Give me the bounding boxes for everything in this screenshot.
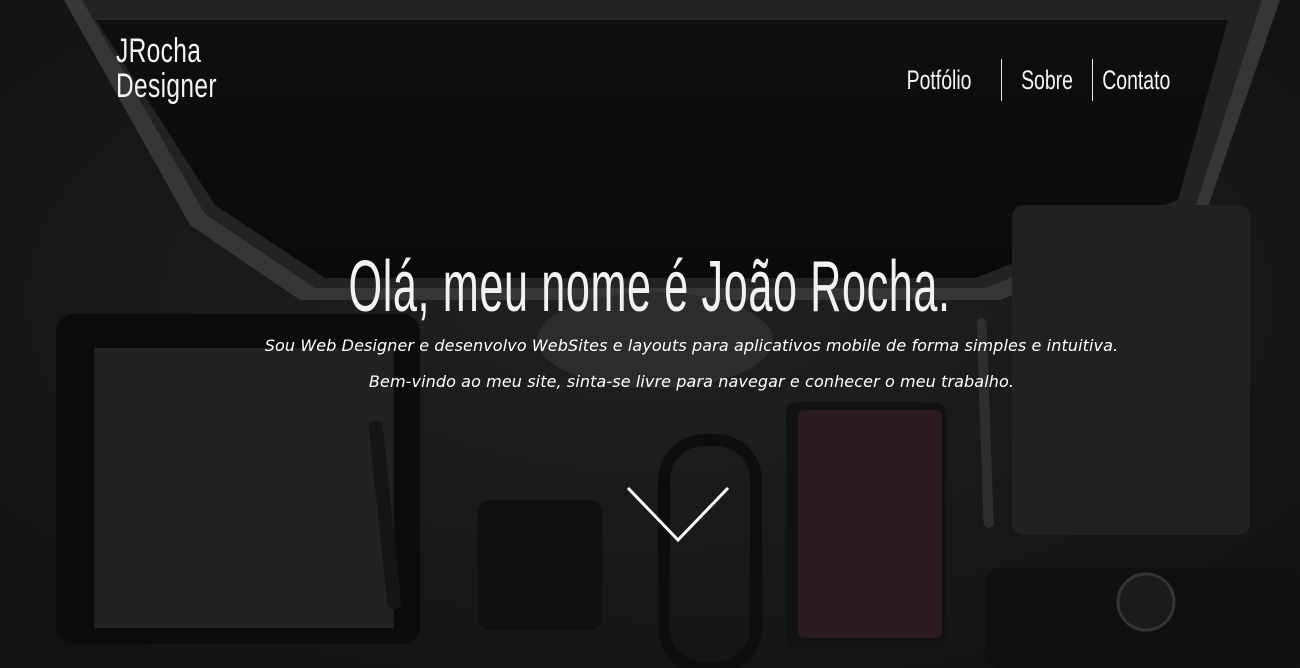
nav-item-portfolio[interactable]: Potfólio — [897, 59, 981, 101]
main-nav: Potfólio Sobre Contato — [897, 59, 1179, 101]
logo-line-1: JRocha — [116, 32, 202, 70]
site-logo[interactable]: JRocha Designer — [116, 34, 217, 104]
hero-subtitle-2: Bem-vindo ao meu site, sinta-se livre pa… — [368, 372, 1015, 391]
nav-item-sobre[interactable]: Sobre — [1002, 59, 1092, 101]
nav-link-contato[interactable]: Contato — [1102, 59, 1170, 101]
nav-item-contato[interactable]: Contato — [1093, 59, 1179, 101]
nav-link-sobre[interactable]: Sobre — [1021, 59, 1073, 101]
hero-subtitle-1: Sou Web Designer e desenvolvo WebSites e… — [264, 336, 1119, 355]
hero-title: Olá, meu nome é João Rocha. — [348, 247, 951, 327]
chevron-down-icon[interactable] — [626, 486, 730, 544]
nav-link-portfolio[interactable]: Potfólio — [907, 59, 972, 101]
logo-line-2: Designer — [116, 67, 217, 105]
